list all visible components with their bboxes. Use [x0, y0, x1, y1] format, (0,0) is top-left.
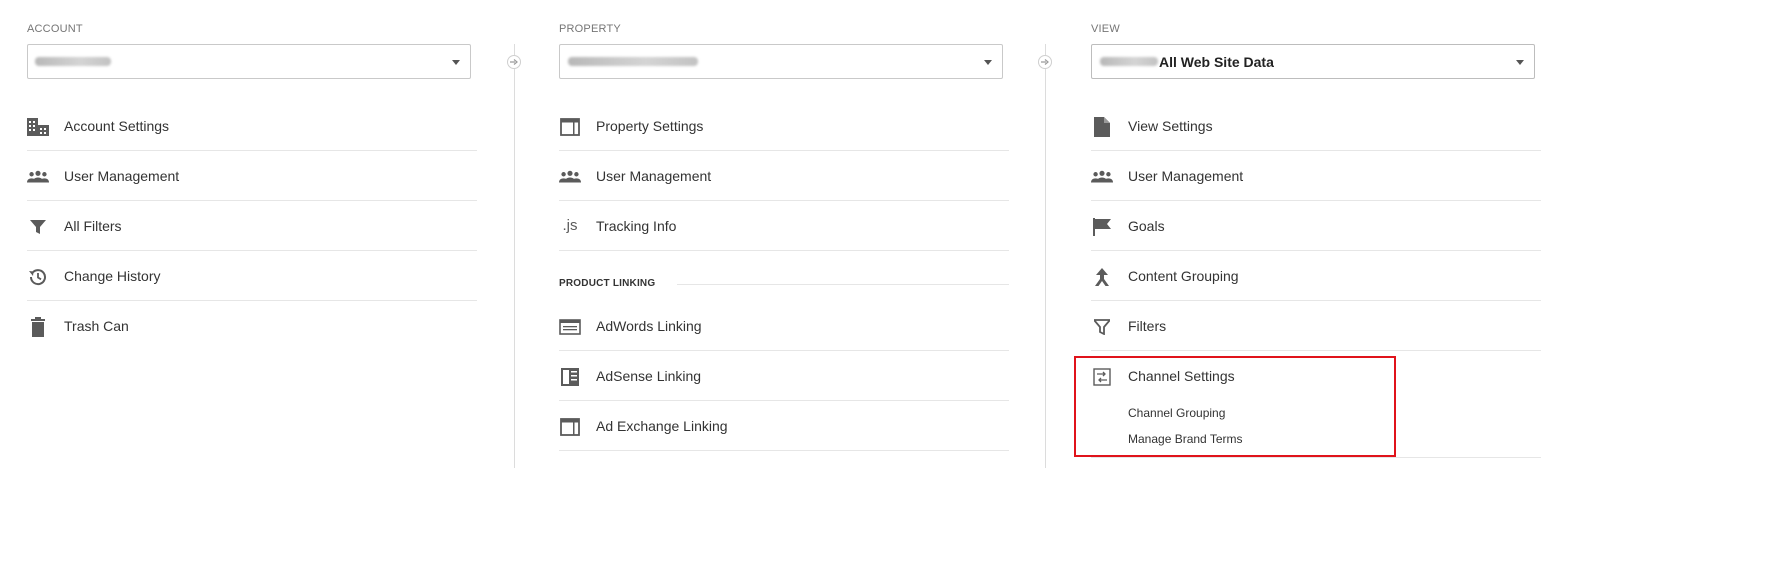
- trash-icon: [27, 317, 49, 337]
- goals-label: Goals: [1128, 218, 1165, 234]
- trash-can-label: Trash Can: [64, 318, 129, 334]
- account-user-management-item[interactable]: User Management: [27, 151, 477, 201]
- tracking-info-label: Tracking Info: [596, 218, 677, 234]
- view-select[interactable]: All Web Site Data: [1091, 44, 1535, 79]
- ad-exchange-linking-item[interactable]: Ad Exchange Linking: [559, 401, 1009, 451]
- adwords-linking-item[interactable]: AdWords Linking: [559, 301, 1009, 351]
- users-icon: [27, 167, 49, 187]
- view-user-management-item[interactable]: User Management: [1091, 151, 1541, 201]
- adsense-icon: [559, 367, 581, 387]
- filters-label: Filters: [1128, 318, 1167, 334]
- property-settings-label: Property Settings: [596, 118, 704, 134]
- users-icon: [1091, 167, 1113, 187]
- property-user-management-label: User Management: [596, 168, 712, 184]
- property-user-management-item[interactable]: User Management: [559, 151, 1009, 201]
- adwords-icon: [559, 317, 581, 337]
- filters-item[interactable]: Filters: [1091, 301, 1541, 351]
- view-label: VIEW: [1091, 23, 1120, 35]
- adwords-linking-label: AdWords Linking: [596, 318, 702, 334]
- column-divider: [514, 44, 515, 468]
- account-select[interactable]: [27, 44, 471, 79]
- adsense-linking-label: AdSense Linking: [596, 368, 702, 384]
- view-settings-item[interactable]: View Settings: [1091, 101, 1541, 151]
- account-menu: Account Settings User Management All Fil…: [27, 101, 477, 351]
- product-linking-heading: PRODUCT LINKING: [559, 251, 1009, 301]
- arrow-right-icon: [507, 55, 521, 69]
- change-history-label: Change History: [64, 268, 161, 284]
- view-selected-value: All Web Site Data: [1159, 54, 1274, 70]
- window-icon: [559, 117, 581, 137]
- arrow-right-icon: [1038, 55, 1052, 69]
- admin-page: ACCOUNT Account Settings User Management: [0, 0, 1782, 574]
- divider: [677, 284, 1009, 285]
- property-name-redacted: [568, 57, 698, 66]
- view-prefix-redacted: [1100, 57, 1158, 66]
- ad-exchange-linking-label: Ad Exchange Linking: [596, 418, 728, 434]
- view-user-management-label: User Management: [1128, 168, 1244, 184]
- all-filters-item[interactable]: All Filters: [27, 201, 477, 251]
- users-icon: [559, 167, 581, 187]
- history-icon: [27, 267, 49, 287]
- highlight-box: [1074, 356, 1396, 457]
- account-label: ACCOUNT: [27, 23, 83, 35]
- product-linking-label: PRODUCT LINKING: [559, 278, 656, 289]
- view-settings-label: View Settings: [1128, 118, 1213, 134]
- document-icon: [1091, 117, 1113, 137]
- filter-icon: [27, 217, 49, 237]
- all-filters-label: All Filters: [64, 218, 122, 234]
- property-label: PROPERTY: [559, 23, 621, 35]
- chevron-down-icon: [1516, 60, 1524, 65]
- flag-icon: [1091, 217, 1113, 237]
- goals-item[interactable]: Goals: [1091, 201, 1541, 251]
- content-grouping-icon: [1091, 267, 1113, 287]
- content-grouping-label: Content Grouping: [1128, 268, 1239, 284]
- building-icon: [27, 117, 49, 137]
- trash-can-item[interactable]: Trash Can: [27, 301, 477, 351]
- chevron-down-icon: [984, 60, 992, 65]
- tracking-info-item[interactable]: .js Tracking Info: [559, 201, 1009, 251]
- account-name-redacted: [35, 57, 111, 66]
- content-grouping-item[interactable]: Content Grouping: [1091, 251, 1541, 301]
- account-settings-item[interactable]: Account Settings: [27, 101, 477, 151]
- change-history-item[interactable]: Change History: [27, 251, 477, 301]
- js-icon: .js: [562, 216, 578, 234]
- property-settings-item[interactable]: Property Settings: [559, 101, 1009, 151]
- account-settings-label: Account Settings: [64, 118, 170, 134]
- filter-icon: [1091, 317, 1113, 337]
- property-select[interactable]: [559, 44, 1003, 79]
- property-menu: Property Settings User Management .js Tr…: [559, 101, 1009, 451]
- chevron-down-icon: [452, 60, 460, 65]
- window-icon: [559, 417, 581, 437]
- column-divider: [1045, 44, 1046, 468]
- adsense-linking-item[interactable]: AdSense Linking: [559, 351, 1009, 401]
- account-user-management-label: User Management: [64, 168, 180, 184]
